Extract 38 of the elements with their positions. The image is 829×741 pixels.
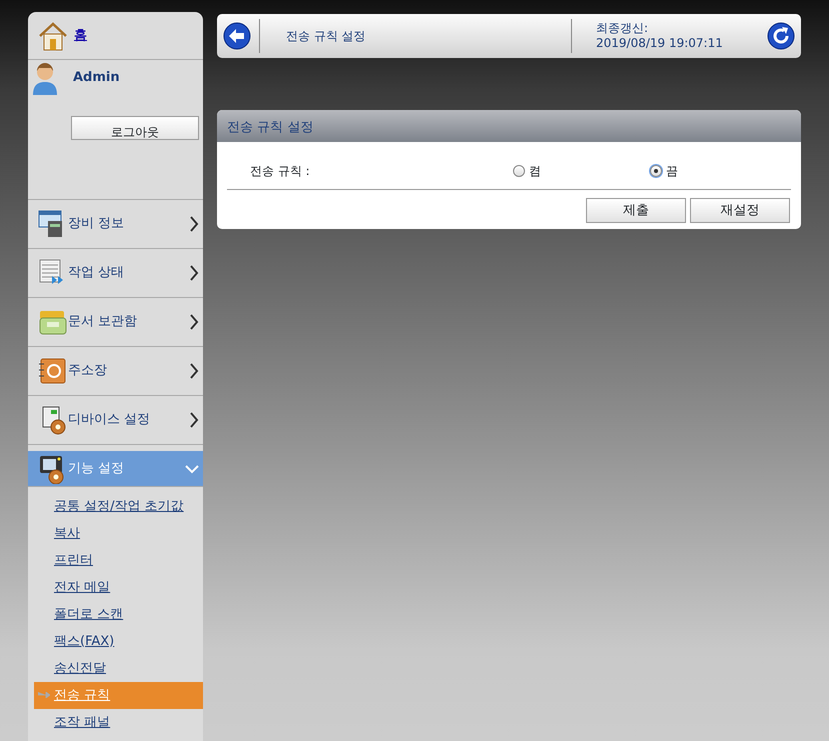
submenu-link[interactable]: 조작 패널: [54, 712, 110, 732]
last-updated-label: 최종갱신:: [596, 21, 650, 36]
submenu-link[interactable]: 폴더로 스캔: [54, 604, 124, 624]
sidebar-item[interactable]: 디바이스 설정: [28, 396, 203, 445]
sidebar-item[interactable]: 주소장: [28, 347, 203, 396]
radio-label: 켬: [529, 162, 541, 180]
user-avatar-icon: [32, 62, 58, 96]
chevron-down-icon: [185, 464, 199, 474]
submenu-link[interactable]: 송신전달: [54, 658, 106, 678]
address-book-icon: [38, 356, 68, 386]
radio-button[interactable]: [513, 164, 525, 176]
sidebar-item[interactable]: 작업 상태: [28, 249, 203, 298]
chevron-right-icon: [189, 412, 199, 428]
page-title: 전송 규칙 설정: [286, 28, 366, 45]
last-updated-time: 2019/08/19 19:07:11: [596, 36, 724, 51]
radio-button[interactable]: [650, 164, 662, 176]
submenu-link[interactable]: 전자 메일: [54, 578, 110, 598]
reset-button[interactable]: 재설정: [690, 198, 790, 223]
chevron-right-icon: [189, 265, 199, 281]
sidebar-item[interactable]: 문서 보관함: [28, 298, 203, 347]
submenu-link[interactable]: 공통 설정/작업 초기값: [54, 496, 184, 516]
radio-label: 끔: [666, 162, 678, 180]
house-icon: [38, 20, 68, 50]
chevron-right-icon: [189, 216, 199, 232]
submenu-link[interactable]: 팩스(FAX): [54, 632, 114, 652]
chevron-right-icon: [189, 314, 199, 330]
sidebar-item[interactable]: 장비 정보: [28, 200, 203, 249]
submenu-link[interactable]: 프린터: [54, 550, 93, 570]
panel-title: 전송 규칙 설정: [227, 120, 314, 135]
submit-button[interactable]: 제출: [586, 198, 686, 223]
field-label: 전송 규칙 :: [249, 162, 311, 180]
refresh-icon: [767, 22, 795, 50]
user-name: Admin: [73, 69, 120, 87]
arrow-icon: [38, 692, 50, 698]
logout-button[interactable]: 로그아웃: [71, 116, 199, 140]
home-link[interactable]: 홈: [74, 26, 87, 46]
submenu-link[interactable]: 복사: [54, 524, 80, 544]
chevron-right-icon: [189, 363, 199, 379]
